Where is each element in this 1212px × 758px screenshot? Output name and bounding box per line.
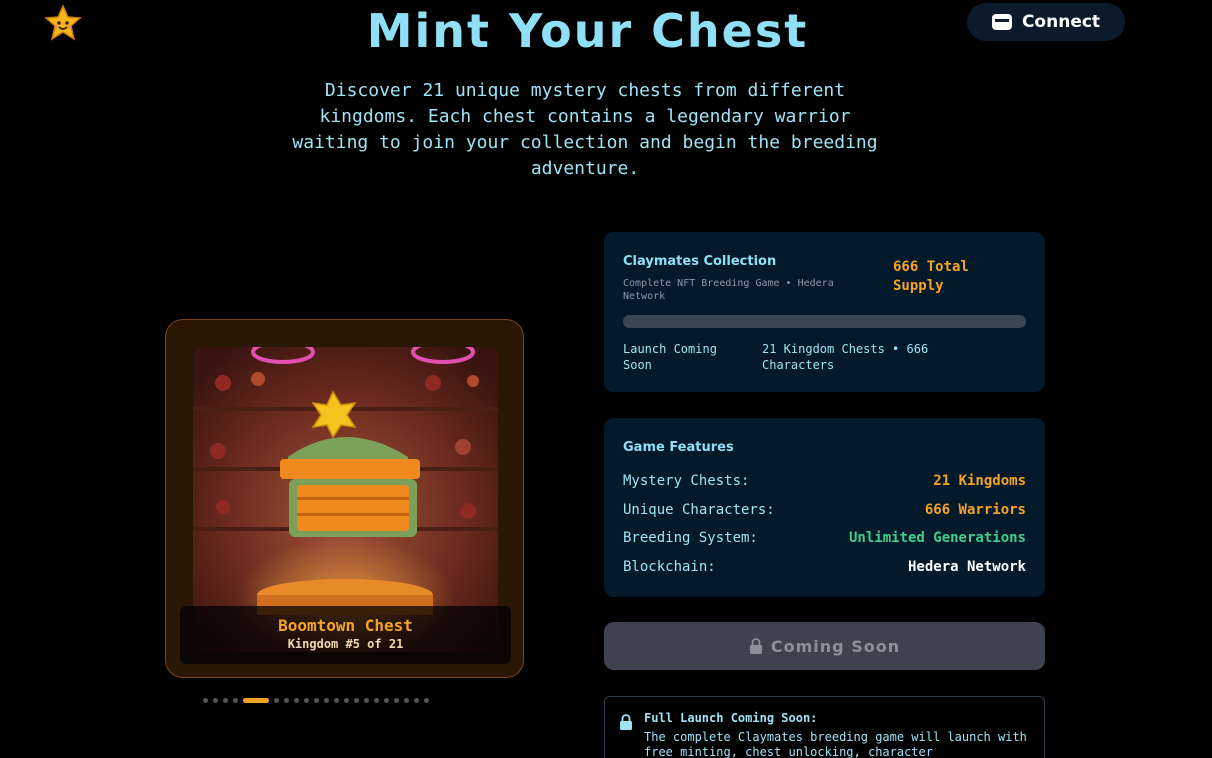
feature-value: 666 Warriors bbox=[924, 502, 1026, 518]
carousel-dot[interactable] bbox=[243, 697, 269, 703]
feature-value: Hedera Network bbox=[907, 559, 1026, 575]
feature-label: Breeding System: bbox=[623, 530, 758, 546]
connect-wallet-button[interactable]: Connect bbox=[967, 3, 1125, 41]
carousel-dot[interactable] bbox=[314, 697, 319, 703]
chest-caption: Boomtown Chest Kingdom #5 of 21 bbox=[180, 606, 511, 664]
carousel-dot[interactable] bbox=[424, 697, 429, 703]
feature-row: Blockchain: Hedera Network bbox=[623, 559, 1026, 575]
chest-kingdom: Kingdom #5 of 21 bbox=[287, 637, 404, 651]
connect-label: Connect bbox=[1021, 12, 1101, 32]
carousel-dot[interactable] bbox=[213, 697, 218, 703]
carousel-dot[interactable] bbox=[414, 697, 419, 703]
notice-text: The complete Claymates breeding game wil… bbox=[644, 730, 1027, 758]
carousel-dots bbox=[203, 697, 429, 703]
notice-title: Full Launch Coming Soon: bbox=[644, 711, 818, 725]
carousel-dot[interactable] bbox=[334, 697, 339, 703]
wallet-icon bbox=[991, 14, 1012, 30]
total-supply: 666 Total Supply bbox=[893, 259, 969, 294]
carousel-dot[interactable] bbox=[233, 697, 238, 703]
carousel-dot[interactable] bbox=[374, 697, 379, 703]
carousel-dot[interactable] bbox=[364, 697, 369, 703]
feature-label: Mystery Chests: bbox=[623, 473, 750, 489]
carousel-dot[interactable] bbox=[284, 697, 289, 703]
chest-card: Boomtown Chest Kingdom #5 of 21 bbox=[165, 319, 524, 678]
lock-icon bbox=[620, 714, 632, 730]
carousel-dot[interactable] bbox=[324, 697, 329, 703]
carousel-dot[interactable] bbox=[354, 697, 359, 703]
feature-value: 21 Kingdoms bbox=[933, 473, 1026, 489]
carousel-dot[interactable] bbox=[294, 697, 299, 703]
carousel-dot[interactable] bbox=[404, 697, 409, 703]
launch-status: Launch Coming Soon bbox=[623, 342, 717, 372]
collection-subtitle: Complete NFT Breeding Game • Hedera Netw… bbox=[623, 278, 834, 302]
launch-notice: Full Launch Coming Soon: The complete Cl… bbox=[604, 696, 1045, 758]
coming-soon-label: Coming Soon bbox=[770, 636, 901, 656]
collection-summary: 21 Kingdom Chests • 666 Characters bbox=[762, 342, 929, 372]
intro-text: Discover 21 unique mystery chests from d… bbox=[292, 80, 878, 179]
mint-progress-bar bbox=[623, 315, 1026, 328]
feature-label: Unique Characters: bbox=[623, 502, 775, 518]
feature-row: Mystery Chests: 21 Kingdoms bbox=[623, 473, 1026, 489]
feature-row: Breeding System: Unlimited Generations bbox=[623, 530, 1026, 546]
chest-name: Boomtown Chest bbox=[278, 616, 413, 635]
game-features-panel: Game Features Mystery Chests: 21 Kingdom… bbox=[604, 418, 1045, 597]
carousel-dot[interactable] bbox=[203, 697, 208, 703]
carousel-dot[interactable] bbox=[304, 697, 309, 703]
features-title: Game Features bbox=[623, 440, 734, 455]
feature-value: Unlimited Generations bbox=[848, 530, 1026, 546]
lock-icon bbox=[749, 638, 762, 654]
carousel-dot[interactable] bbox=[274, 697, 279, 703]
carousel-dot[interactable] bbox=[223, 697, 228, 703]
carousel-dot[interactable] bbox=[394, 697, 399, 703]
feature-row: Unique Characters: 666 Warriors bbox=[623, 502, 1026, 518]
feature-label: Blockchain: bbox=[623, 559, 716, 575]
carousel-dot[interactable] bbox=[344, 697, 349, 703]
carousel-dot[interactable] bbox=[384, 697, 389, 703]
collection-title: Claymates Collection bbox=[623, 254, 777, 269]
coming-soon-button[interactable]: Coming Soon bbox=[604, 622, 1045, 670]
collection-panel: Claymates Collection Complete NFT Breedi… bbox=[604, 232, 1045, 392]
